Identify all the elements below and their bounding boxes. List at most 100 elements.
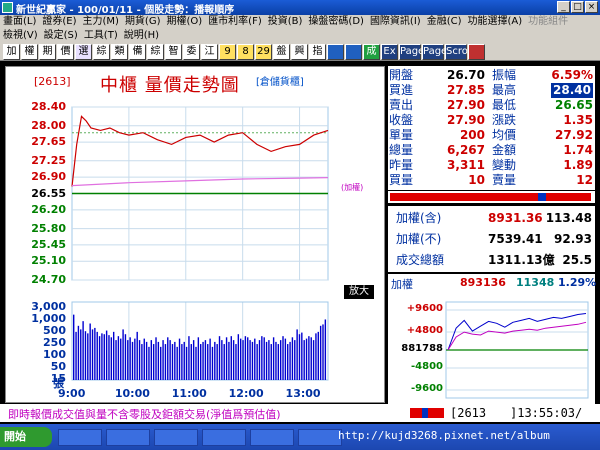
volume-bar [200, 344, 202, 380]
toolbar-button[interactable]: Page [422, 44, 447, 60]
menu-item[interactable]: 功能組件 [525, 15, 571, 29]
quote-row: 買量 10 賣量 12 [388, 173, 595, 188]
toolbar-button[interactable]: 備 [129, 44, 146, 60]
volume-bar [296, 329, 298, 380]
mini-pct: 1.29% [558, 276, 597, 289]
menu-item[interactable]: 期權(O) [164, 15, 206, 29]
toolbar-button[interactable]: 9 [219, 44, 236, 60]
toolbar-button[interactable]: 權 [21, 44, 38, 60]
menu-item[interactable]: 檢視(V) [0, 29, 41, 43]
maximize-button[interactable]: □ [571, 1, 584, 13]
toolbar-button[interactable]: 綜 [147, 44, 164, 60]
index-label: 加權(含) [396, 211, 442, 225]
quote-value: 1.89 [563, 158, 593, 172]
toolbar-button[interactable] [345, 44, 362, 60]
volume-bar [164, 344, 167, 380]
price-tick-label: 25.10 [31, 254, 66, 268]
quote-label: 昨量 [389, 158, 414, 172]
mini-tick-label: -4800 [411, 361, 443, 372]
index-value: 1311.13億 [488, 253, 555, 267]
toolbar-button[interactable]: 委 [183, 44, 200, 60]
volume-bar [256, 344, 258, 380]
zoom-tab[interactable]: 放大 [344, 285, 374, 299]
status-notice: 即時報價成交值與量不含零股及鉅額交易(淨值爲預估值) [8, 408, 281, 421]
toolbar-button[interactable]: 江 [201, 44, 218, 60]
toolbar-button[interactable]: 綜 [93, 44, 110, 60]
toolbar-button[interactable]: Page [399, 44, 424, 60]
taskbar-item[interactable] [298, 429, 342, 446]
volume-bar [143, 338, 145, 380]
toolbar-button[interactable]: 8 [237, 44, 254, 60]
volume-bar [103, 334, 105, 380]
menu-item[interactable]: 主力(M) [80, 15, 122, 29]
volume-bar [157, 341, 160, 380]
toolbar-button[interactable]: 指 [309, 44, 326, 60]
volume-bar [152, 344, 155, 380]
menu-item[interactable]: 投資(B) [265, 15, 306, 29]
quote-label: 振幅 [492, 68, 517, 82]
overlay-legend: (加權) [341, 183, 364, 192]
volume-bar [310, 337, 312, 380]
time-tick-label: 12:00 [228, 387, 264, 400]
start-button[interactable]: 開始 [0, 427, 52, 447]
volume-bar [192, 340, 195, 380]
toolbar-button[interactable]: Ex [381, 44, 398, 60]
volume-bar [167, 337, 169, 380]
quote-row: 總量 6,267 金額 1.74 [388, 143, 595, 158]
menu-item[interactable]: 設定(S) [41, 29, 81, 43]
volume-bar [148, 346, 150, 380]
menu-item[interactable]: 操盤密碼(D) [305, 15, 367, 29]
volume-bar [105, 330, 108, 380]
price-tick-label: 26.90 [31, 170, 66, 184]
toolbar-button[interactable]: 價 [57, 44, 74, 60]
taskbar-item[interactable] [250, 429, 294, 446]
toolbar-button[interactable]: 盤 [273, 44, 290, 60]
volume-bar [84, 331, 87, 380]
index-panel: 加權(含) 8931.36 113.48 加權(不) 7539.41 92.93 成交總額 1… [388, 206, 595, 272]
taskbar-item[interactable] [58, 429, 102, 446]
menu-item[interactable]: 功能選擇(A) [465, 15, 526, 29]
toolbar-button[interactable]: Scroll [445, 44, 473, 60]
toolbar-button[interactable] [327, 44, 344, 60]
toolbar-button[interactable]: 期 [39, 44, 56, 60]
menu-item[interactable]: 國際資訊(I) [367, 15, 424, 29]
volume-bar [138, 340, 141, 380]
app-icon [2, 2, 13, 13]
volume-bar [251, 341, 254, 380]
taskbar-item[interactable] [106, 429, 150, 446]
volume-bar [108, 335, 110, 380]
volume-bar [176, 346, 178, 380]
minimize-button[interactable]: _ [557, 1, 570, 13]
toolbar-button[interactable] [468, 44, 485, 60]
menu-row-secondary: 檢視(V) 設定(S) 工具(T) 說明(H) [0, 29, 162, 43]
menu-item[interactable]: 畫面(L) [0, 15, 39, 29]
volume-bar [145, 341, 148, 380]
menu-item[interactable]: 說明(H) [121, 29, 162, 43]
close-button[interactable]: × [585, 1, 598, 13]
mini-tick-label: 881788 [401, 343, 443, 354]
toolbar-button[interactable]: 選 [75, 44, 92, 60]
taskbar-item[interactable] [154, 429, 198, 446]
toolbar-button[interactable]: 智 [165, 44, 182, 60]
toolbar-button[interactable]: 興 [291, 44, 308, 60]
volume-bar [169, 340, 171, 380]
toolbar-button[interactable]: 成 [363, 44, 380, 60]
indicator-red [410, 408, 422, 418]
toolbar-button[interactable]: 類 [111, 44, 128, 60]
quote-value: 1.74 [563, 143, 593, 157]
quote-row: 買進 27.85 最高 28.40 [388, 83, 595, 98]
status-code[interactable]: [2613 [450, 406, 486, 420]
toolbar-button[interactable]: 29 [255, 44, 272, 60]
menu-item[interactable]: 匯市利率(F) [205, 15, 265, 29]
taskbar-item[interactable] [202, 429, 246, 446]
menu-item[interactable]: 工具(T) [81, 29, 121, 43]
volume-bar [268, 340, 270, 380]
volume-bar [120, 338, 122, 380]
bid-ask-bar [388, 191, 595, 203]
menu-item[interactable]: 期貨(G) [122, 15, 164, 29]
toolbar-button[interactable]: 加 [3, 44, 20, 60]
menu-item[interactable]: 金融(C) [424, 15, 465, 29]
volume-bar [232, 340, 235, 380]
volume-bar [171, 344, 174, 380]
menu-item[interactable]: 證券(E) [39, 15, 79, 29]
